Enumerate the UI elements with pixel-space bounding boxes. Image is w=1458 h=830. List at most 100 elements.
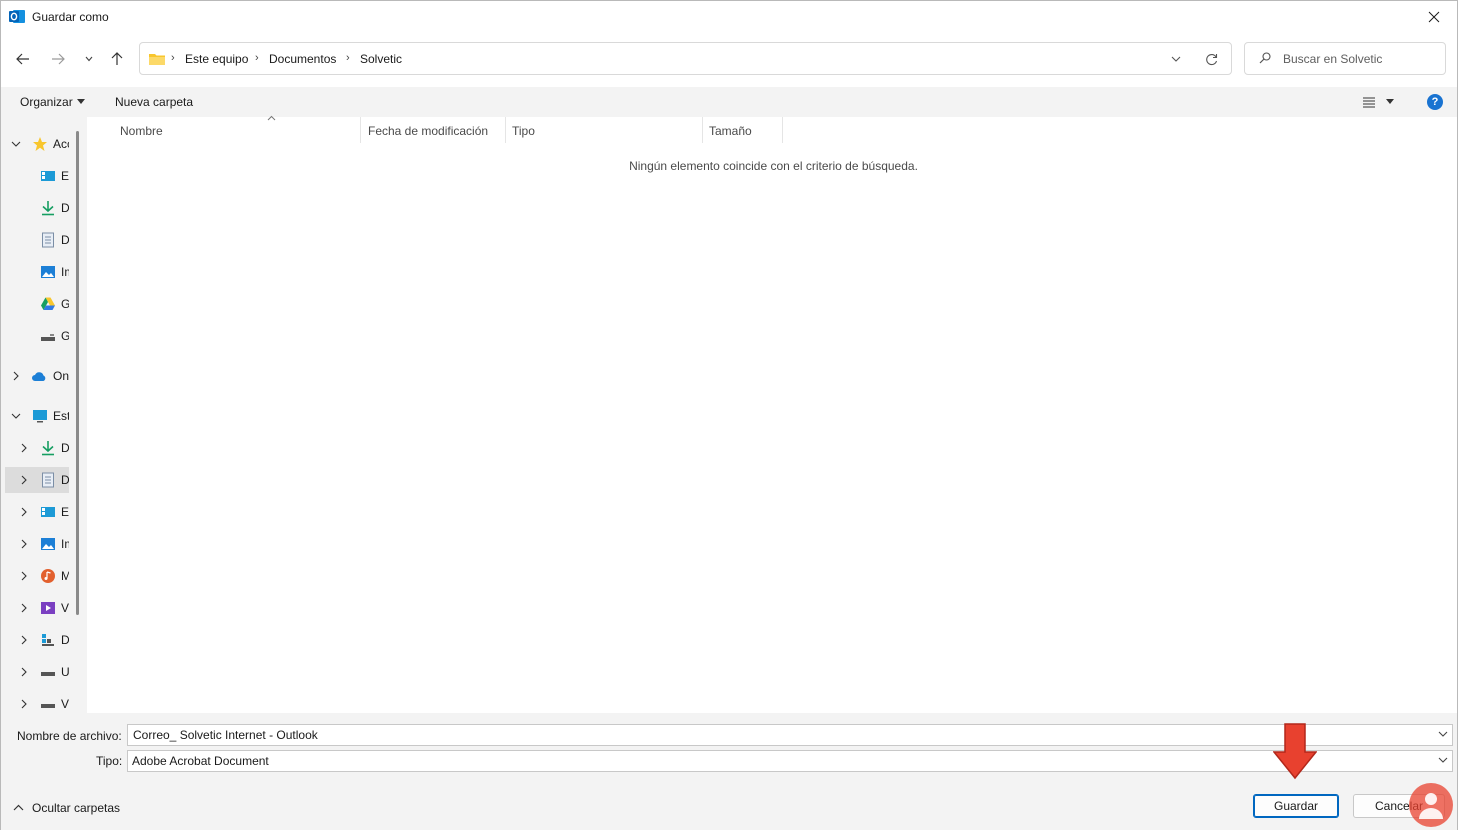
tree-label: Vídeos xyxy=(61,601,69,615)
column-header-size[interactable]: Tamaño xyxy=(709,117,781,143)
filename-combobox[interactable] xyxy=(127,724,1453,746)
navigation-scrollbar[interactable] xyxy=(76,131,79,615)
outlook-app-icon xyxy=(9,10,25,23)
breadcrumb-este-equipo[interactable]: Este equipo xyxy=(185,52,248,66)
chevron-right-icon xyxy=(21,507,27,517)
tree-item-pc-images[interactable]: Imágenes xyxy=(5,531,69,557)
tree-item-downloads[interactable]: Descargas xyxy=(5,195,69,221)
navigation-row: › Este equipo › Documentos › Solvetic xyxy=(1,39,1457,79)
column-divider[interactable] xyxy=(782,117,783,143)
chevron-right-icon xyxy=(21,699,27,709)
chevron-right-icon xyxy=(21,603,27,613)
chevron-right-icon xyxy=(21,539,27,549)
hide-folders-label: Ocultar carpetas xyxy=(32,801,121,815)
chevron-up-icon xyxy=(13,804,24,811)
help-button[interactable]: ? xyxy=(1427,94,1443,110)
back-button[interactable] xyxy=(11,47,35,71)
drive-icon xyxy=(41,704,55,708)
image-icon xyxy=(41,266,55,278)
search-box[interactable] xyxy=(1244,42,1446,75)
column-divider[interactable] xyxy=(505,117,506,143)
chevron-right-icon xyxy=(21,667,27,677)
forward-button[interactable] xyxy=(46,47,70,71)
chevron-down-icon xyxy=(1438,757,1448,763)
tree-item-pc-videos[interactable]: Vídeos xyxy=(5,595,69,621)
chevron-right-icon xyxy=(21,571,27,581)
up-button[interactable] xyxy=(105,47,129,71)
file-type-label: Tipo: xyxy=(96,754,123,768)
tree-item-desktop[interactable]: Escritorio xyxy=(5,163,69,189)
tree-item-pc-downloads[interactable]: Descargas xyxy=(5,435,69,461)
search-input[interactable] xyxy=(1283,49,1433,69)
file-list: Nombre Fecha de modificación Tipo Tamaño… xyxy=(87,115,1457,713)
tree-item-drive-d[interactable]: D xyxy=(5,627,69,653)
navigation-pane: Acceso rápido Escritorio Descargas Docum… xyxy=(1,117,87,713)
tree-label: OneDrive xyxy=(53,369,69,383)
breadcrumb-separator: › xyxy=(255,52,259,64)
tree-label: Imágenes xyxy=(61,265,69,279)
list-view-icon xyxy=(1363,97,1375,108)
tree-label: Google Drive xyxy=(61,297,69,311)
tree-item-quick-access[interactable]: Acceso rápido xyxy=(5,131,69,157)
google-drive-icon xyxy=(41,297,55,310)
breadcrumb-documentos[interactable]: Documentos xyxy=(269,52,336,66)
column-header-type[interactable]: Tipo xyxy=(512,117,702,143)
tree-label: Documentos xyxy=(61,233,69,247)
file-type-value: Adobe Acrobat Document xyxy=(132,754,269,768)
command-toolbar: Organizar Nueva carpeta ? xyxy=(1,87,1457,117)
tree-label: Descargas xyxy=(61,201,69,215)
new-folder-button[interactable]: Nueva carpeta xyxy=(115,95,193,109)
close-button[interactable] xyxy=(1411,1,1457,33)
watermark-logo-icon xyxy=(1409,783,1453,827)
tree-item-pc-desktop[interactable]: Escritorio xyxy=(5,499,69,525)
save-button[interactable]: Guardar xyxy=(1253,794,1339,818)
tree-item-drive-u[interactable]: U xyxy=(5,659,69,685)
address-history-button[interactable] xyxy=(1164,49,1188,69)
tree-item-google-drive[interactable]: Google Drive xyxy=(5,291,69,317)
tree-item-drive-g[interactable]: G xyxy=(5,323,69,349)
refresh-button[interactable] xyxy=(1199,49,1223,69)
refresh-icon xyxy=(1205,53,1217,65)
tree-label: Acceso rápido xyxy=(53,137,69,151)
forward-arrow-icon xyxy=(52,53,65,65)
tree-item-pc-documents[interactable]: Documentos xyxy=(5,467,69,493)
chevron-down-icon[interactable] xyxy=(1438,730,1448,738)
tree-label: Descargas xyxy=(61,441,69,455)
filename-input[interactable] xyxy=(133,727,1413,743)
breadcrumb-solvetic[interactable]: Solvetic xyxy=(360,52,402,66)
column-header-name[interactable]: Nombre xyxy=(120,115,360,143)
address-bar[interactable]: › Este equipo › Documentos › Solvetic xyxy=(139,42,1232,75)
chevron-down-icon xyxy=(85,56,93,62)
tree-item-drive-v[interactable]: V xyxy=(5,691,69,713)
organize-menu[interactable]: Organizar xyxy=(20,95,85,109)
tree-label: V xyxy=(61,697,69,711)
tree-item-pc-music[interactable]: Música xyxy=(5,563,69,589)
sort-up-icon xyxy=(267,115,276,121)
back-arrow-icon xyxy=(16,53,29,65)
column-size-label: Tamaño xyxy=(709,124,752,138)
tree-label: Imágenes xyxy=(61,537,69,551)
recent-locations-button[interactable] xyxy=(77,47,101,71)
tree-item-images[interactable]: Imágenes xyxy=(5,259,69,285)
video-icon xyxy=(41,602,55,614)
tree-item-documents[interactable]: Documentos xyxy=(5,227,69,253)
close-icon xyxy=(1428,11,1440,23)
column-divider[interactable] xyxy=(360,117,361,143)
column-divider[interactable] xyxy=(702,117,703,143)
breadcrumb-separator: › xyxy=(171,52,175,64)
file-type-select[interactable]: Adobe Acrobat Document xyxy=(127,750,1453,772)
column-name-label: Nombre xyxy=(120,124,163,138)
tree-item-onedrive[interactable]: OneDrive xyxy=(5,363,69,389)
document-icon xyxy=(42,232,54,248)
tree-label: Escritorio xyxy=(61,169,69,183)
star-icon xyxy=(33,137,47,151)
title-bar: Guardar como xyxy=(1,1,1457,33)
view-options-button[interactable] xyxy=(1362,93,1402,111)
empty-message: Ningún elemento coincide con el criterio… xyxy=(629,159,918,173)
tree-item-this-pc[interactable]: Este equipo xyxy=(5,403,69,429)
column-header-modified[interactable]: Fecha de modificación xyxy=(368,117,504,143)
download-icon xyxy=(42,201,54,216)
caret-down-icon xyxy=(76,99,85,105)
up-arrow-icon xyxy=(111,52,123,65)
annotation-arrow-icon xyxy=(1273,723,1317,780)
